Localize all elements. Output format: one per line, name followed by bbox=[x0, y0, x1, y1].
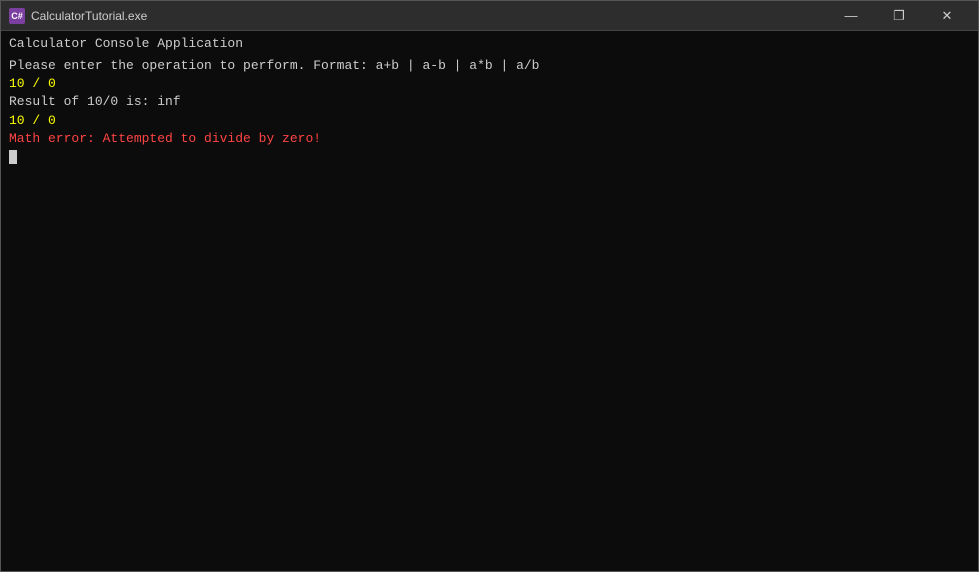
cursor bbox=[9, 150, 17, 164]
console-line-1: Calculator Console Application bbox=[9, 35, 970, 53]
app-icon: C# bbox=[9, 8, 25, 24]
window-title: CalculatorTutorial.exe bbox=[31, 9, 828, 23]
console-output: Calculator Console Application Please en… bbox=[1, 31, 978, 571]
titlebar: C# CalculatorTutorial.exe — ❐ ✕ bbox=[1, 1, 978, 31]
close-button[interactable]: ✕ bbox=[924, 1, 970, 31]
console-cursor-line bbox=[9, 148, 970, 166]
minimize-button[interactable]: — bbox=[828, 1, 874, 31]
console-line-3: 10 / 0 bbox=[9, 75, 970, 93]
console-line-5: 10 / 0 bbox=[9, 112, 970, 130]
window: C# CalculatorTutorial.exe — ❐ ✕ Calculat… bbox=[0, 0, 979, 572]
maximize-button[interactable]: ❐ bbox=[876, 1, 922, 31]
window-controls: — ❐ ✕ bbox=[828, 1, 970, 31]
console-line-2: Please enter the operation to perform. F… bbox=[9, 57, 970, 75]
console-line-4: Result of 10/0 is: inf bbox=[9, 93, 970, 111]
console-line-6: Math error: Attempted to divide by zero! bbox=[9, 130, 970, 148]
